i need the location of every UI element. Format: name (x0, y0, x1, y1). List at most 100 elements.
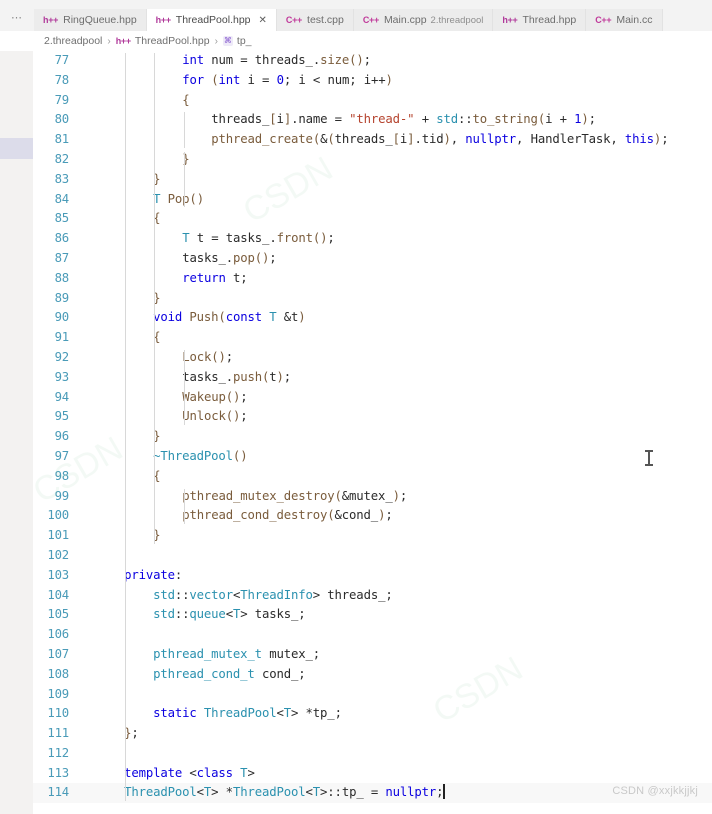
code-line[interactable]: 87 tasks_.pop(); (33, 249, 712, 269)
line-number: 105 (47, 607, 69, 622)
code-line-text: std::vector<ThreadInfo> threads_; (153, 587, 393, 602)
breadcrumb-item-file[interactable]: h++ ThreadPool.hpp (116, 35, 210, 47)
hpp-file-icon: h++ (502, 15, 518, 25)
code-line[interactable]: 107 pthread_mutex_t mutex_; (33, 645, 712, 665)
line-number: 81 (54, 132, 70, 147)
code-line-text: T t = tasks_.front(); (182, 231, 335, 246)
code-line-text: } (153, 290, 161, 305)
code-line[interactable]: 109 (33, 685, 712, 705)
code-line[interactable]: 80 threads_[i].name = "thread-" + std::t… (33, 110, 712, 130)
tab-threadpool-hpp[interactable]: h++ ThreadPool.hpp ✕ (146, 9, 277, 31)
line-number: 110 (47, 706, 69, 721)
code-line-text: pthread_cond_destroy(&cond_); (182, 508, 393, 523)
line-number: 101 (47, 528, 69, 543)
code-line[interactable]: 101 } (33, 526, 712, 546)
code-line[interactable]: 100 pthread_cond_destroy(&cond_); (33, 506, 712, 526)
code-line[interactable]: 91 { (33, 328, 712, 348)
tabs-overflow-button[interactable]: ⋯ (0, 9, 34, 31)
breadcrumb: 2.threadpool › h++ ThreadPool.hpp › ⌘ tp… (0, 31, 712, 51)
line-number: 77 (54, 53, 70, 67)
code-line-text: pthread_mutex_t mutex_; (153, 646, 320, 661)
code-line[interactable]: 104 std::vector<ThreadInfo> threads_; (33, 586, 712, 606)
tab-main-cpp[interactable]: C++ Main.cpp 2.threadpool (353, 9, 494, 31)
code-line[interactable]: 97 ~ThreadPool() (33, 447, 712, 467)
code-line-text: Lock(); (182, 349, 233, 364)
close-icon[interactable]: ✕ (259, 15, 267, 26)
code-line[interactable]: 111 }; (33, 724, 712, 744)
code-line[interactable]: 105 std::queue<T> tasks_; (33, 605, 712, 625)
code-line-text: { (153, 468, 161, 483)
indent-guide (154, 53, 156, 544)
indent-guide (183, 350, 185, 426)
line-number: 92 (54, 349, 70, 364)
breadcrumb-label: ThreadPool.hpp (134, 35, 210, 47)
line-number: 114 (47, 785, 69, 800)
code-line[interactable]: 108 pthread_cond_t cond_; (33, 665, 712, 685)
breadcrumb-item-project[interactable]: 2.threadpool (44, 35, 102, 47)
code-line[interactable]: 94 Wakeup(); (33, 388, 712, 408)
code-line-text: Unlock(); (182, 409, 248, 424)
code-line[interactable]: 114 ThreadPool<T> *ThreadPool<T>::tp_ = … (33, 783, 712, 804)
code-line-text: } (153, 171, 161, 186)
code-line[interactable]: 113 template <class T> (33, 764, 712, 784)
line-number: 91 (54, 330, 70, 345)
editor-left-rail (0, 51, 33, 814)
line-number: 87 (54, 250, 70, 265)
tab-main-cc[interactable]: C++ Main.cc (586, 9, 663, 31)
code-line-text: } (182, 151, 190, 166)
code-line[interactable]: 99 pthread_mutex_destroy(&mutex_); (33, 487, 712, 507)
indent-guide (183, 152, 185, 208)
line-number: 80 (54, 112, 70, 127)
code-line[interactable]: 77 int num = threads_.size(); (33, 51, 712, 71)
code-line[interactable]: 102 (33, 546, 712, 566)
code-line-text: pthread_create(&(threads_[i].tid), nullp… (211, 132, 669, 147)
code-line[interactable]: 84 T Pop() (33, 190, 712, 210)
code-line-text: } (153, 528, 161, 543)
line-number: 94 (54, 389, 70, 404)
indent-guide (124, 53, 126, 802)
code-line-text: { (153, 211, 161, 226)
line-number: 89 (54, 290, 70, 305)
code-line[interactable]: 92 Lock(); (33, 348, 712, 368)
line-number: 97 (54, 448, 70, 463)
code-line-text: private: (124, 567, 183, 582)
code-line[interactable]: 95 Unlock(); (33, 407, 712, 427)
code-line[interactable]: 86 T t = tasks_.front(); (33, 229, 712, 249)
tab-sublabel: 2.threadpool (430, 14, 484, 26)
line-number: 99 (54, 488, 70, 503)
code-text-area[interactable]: 77 int num = threads_.size(); 78 for (int… (33, 51, 712, 814)
tab-ringqueue-hpp[interactable]: h++ RingQueue.hpp (34, 9, 147, 31)
code-line[interactable]: 106 (33, 625, 712, 645)
tab-label: Thread.hpp (522, 14, 577, 26)
line-number: 98 (54, 468, 70, 483)
code-line[interactable]: 112 (33, 744, 712, 764)
code-line[interactable]: 88 return t; (33, 269, 712, 289)
code-line[interactable]: 103 private: (33, 566, 712, 586)
code-line-text: void Push(const T &t) (153, 310, 306, 325)
code-line-text: Wakeup(); (182, 389, 248, 404)
code-line[interactable]: 93 tasks_.push(t); (33, 368, 712, 388)
line-number: 96 (54, 429, 70, 444)
tab-thread-hpp[interactable]: h++ Thread.hpp (493, 9, 587, 31)
code-line[interactable]: 96 } (33, 427, 712, 447)
code-line[interactable]: 110 static ThreadPool<T> *tp_; (33, 704, 712, 724)
tab-test-cpp[interactable]: C++ test.cpp (276, 9, 354, 31)
code-line[interactable]: 85 { (33, 209, 712, 229)
code-line[interactable]: 89 } (33, 289, 712, 309)
code-line[interactable]: 98 { (33, 467, 712, 487)
code-line[interactable]: 81 pthread_create(&(threads_[i].tid), nu… (33, 130, 712, 150)
tab-label: Main.cpp (383, 14, 427, 26)
code-line[interactable]: 90 void Push(const T &t) (33, 308, 712, 328)
cpp-file-icon: C++ (362, 15, 379, 25)
code-line-text: for (int i = 0; i < num; i++) (182, 72, 393, 87)
code-line[interactable]: 79 { (33, 91, 712, 111)
tab-label: Main.cc (616, 14, 653, 26)
code-line-text: threads_[i].name = "thread-" + std::to_s… (211, 112, 596, 127)
code-line[interactable]: 82 } (33, 150, 712, 170)
line-number: 108 (47, 666, 69, 681)
code-line[interactable]: 78 for (int i = 0; i < num; i++) (33, 71, 712, 91)
code-line-text: pthread_cond_t cond_; (153, 666, 306, 681)
cpp-file-icon: C++ (595, 15, 612, 25)
code-line[interactable]: 83 } (33, 170, 712, 190)
breadcrumb-item-symbol[interactable]: ⌘ tp_ (222, 35, 252, 47)
